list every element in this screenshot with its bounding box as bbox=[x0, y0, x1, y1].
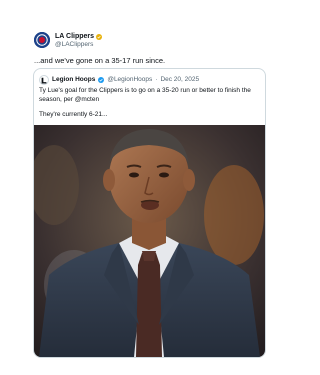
quoted-post-header: Legion Hoops @LegionHoops · Dec 20, 2025 bbox=[39, 75, 199, 85]
meta-separator: · bbox=[155, 76, 158, 83]
quoted-author-handle[interactable]: @LegionHoops bbox=[107, 76, 152, 84]
gold-verified-badge-icon bbox=[96, 33, 103, 40]
quoted-text-line-2: They're currently 6-21... bbox=[39, 111, 108, 118]
author-name-text: LA Clippers bbox=[55, 33, 95, 40]
quoted-author-name[interactable]: Legion Hoops bbox=[52, 76, 95, 84]
clippers-logo-icon[interactable] bbox=[34, 32, 50, 48]
post-text: ...and we've gone on a 35-17 run since. bbox=[34, 56, 166, 65]
post: LA Clippers @LAClippers ...and we've gon… bbox=[0, 0, 300, 375]
quoted-post-text: Ty Lue's goal for the Clippers is to go … bbox=[39, 86, 259, 125]
quoted-post[interactable]: Legion Hoops @LegionHoops · Dec 20, 2025… bbox=[33, 68, 266, 358]
blue-verified-badge-icon bbox=[98, 77, 105, 83]
author-name[interactable]: LA Clippers bbox=[55, 32, 103, 41]
quoted-text-line-1: Ty Lue's goal for the Clippers is to go … bbox=[39, 87, 251, 103]
quoted-post-date[interactable]: Dec 20, 2025 bbox=[160, 76, 199, 84]
legion-hoops-logo-icon[interactable] bbox=[39, 75, 49, 85]
quoted-post-photo[interactable] bbox=[34, 125, 265, 357]
author-handle[interactable]: @LAClippers bbox=[55, 41, 93, 49]
